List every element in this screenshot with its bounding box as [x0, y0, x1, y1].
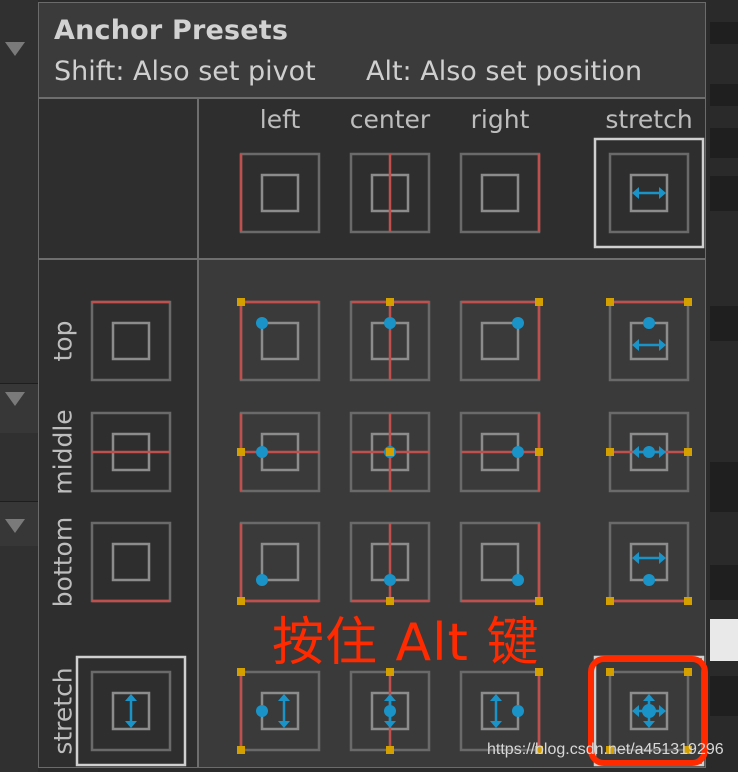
- corner-cell: [39, 99, 197, 258]
- preset-middle-stretch-button[interactable]: [606, 409, 692, 495]
- column-label-center: center: [349, 105, 431, 134]
- preset-top-center-button[interactable]: [347, 298, 433, 384]
- preset-column-stretch-button[interactable]: [606, 150, 692, 236]
- preset-bottom-stretch-button[interactable]: [606, 519, 692, 605]
- preset-column-center-button[interactable]: [347, 150, 433, 236]
- preset-column-left-button[interactable]: [237, 150, 323, 236]
- foldout-arrow-icon[interactable]: [5, 392, 25, 406]
- popup-title: Anchor Presets: [54, 15, 289, 46]
- preset-middle-center-button[interactable]: [347, 409, 433, 495]
- preset-top-stretch-button[interactable]: [606, 298, 692, 384]
- preset-middle-right-button[interactable]: [457, 409, 543, 495]
- column-label-left: left: [259, 105, 301, 134]
- inspector-field: [710, 128, 738, 158]
- inspector-field: [710, 565, 738, 600]
- alt-hint: Alt: Also set position: [366, 56, 643, 87]
- column-label-stretch: stretch: [605, 105, 693, 134]
- column-label-right: right: [470, 105, 530, 134]
- row-label-top: top: [48, 320, 78, 362]
- row-label-middle: middle: [48, 409, 78, 495]
- preset-column-right-button[interactable]: [457, 150, 543, 236]
- preset-middle-left-button[interactable]: [237, 409, 323, 495]
- inspector-field: [710, 306, 738, 341]
- preset-row-middle-button[interactable]: [88, 409, 174, 495]
- preset-top-right-button[interactable]: [457, 298, 543, 384]
- row-label-stretch: stretch: [48, 667, 78, 755]
- preset-stretch-left-button[interactable]: [237, 668, 323, 754]
- inspector-section-strip: [0, 383, 38, 433]
- inspector-field: [710, 176, 738, 211]
- preset-bottom-left-button[interactable]: [237, 519, 323, 605]
- foldout-arrow-icon[interactable]: [5, 519, 25, 533]
- inspector-field: [710, 22, 738, 44]
- inspector-field: [710, 84, 738, 106]
- foldout-arrow-icon[interactable]: [5, 42, 25, 56]
- preset-row-top-button[interactable]: [88, 298, 174, 384]
- inspector-field: [710, 462, 738, 512]
- popup-header: Anchor Presets Shift: Also set pivot Alt…: [39, 3, 705, 97]
- preset-row-bottom-button[interactable]: [88, 519, 174, 605]
- preset-stretch-center-button[interactable]: [347, 668, 433, 754]
- preset-row-stretch-button[interactable]: [88, 668, 174, 754]
- watermark: https://blog.csdn.net/a451319296: [487, 741, 724, 758]
- shift-hint: Shift: Also set pivot: [54, 56, 316, 87]
- annotation-label: 按住 Alt 键: [272, 613, 540, 673]
- preset-bottom-center-button[interactable]: [347, 519, 433, 605]
- row-label-bottom: bottom: [48, 516, 78, 608]
- inspector-field: [710, 676, 738, 716]
- inspector-input-field[interactable]: [710, 619, 738, 661]
- preset-bottom-right-button[interactable]: [457, 519, 543, 605]
- preset-top-left-button[interactable]: [237, 298, 323, 384]
